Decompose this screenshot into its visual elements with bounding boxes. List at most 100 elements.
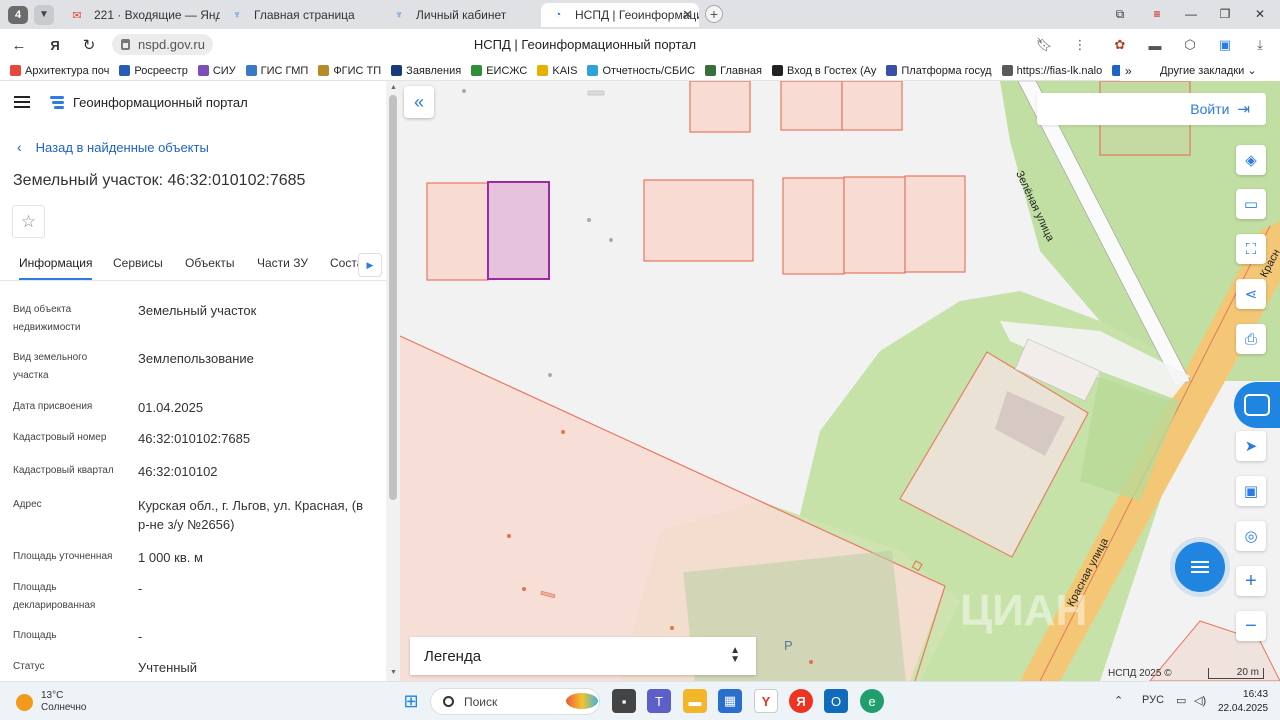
notifications-icon[interactable]: ≡ — [1146, 4, 1168, 24]
tabs-next-arrow-icon[interactable]: ▶ — [358, 253, 382, 277]
tab-objects[interactable]: Объекты — [185, 256, 235, 270]
area-select-icon[interactable]: ⛶ — [1236, 234, 1266, 264]
bookmark-item[interactable]: Платформа госуд — [886, 64, 992, 77]
favorite-star-icon[interactable]: ☆ — [12, 205, 45, 238]
info-key: Вид объекта недвижимости — [13, 304, 81, 333]
scroll-up-icon[interactable]: ▲ — [390, 84, 397, 91]
parcel — [689, 81, 751, 133]
file-explorer-icon[interactable]: ▬ — [683, 689, 707, 713]
bookmark-favicon-icon — [119, 65, 131, 76]
bookmark-icon[interactable]: 🔖︎ — [1034, 35, 1054, 55]
bookmark-item[interactable]: Вход в Гостех (Ау — [771, 65, 876, 77]
parcel-label: Р — [784, 638, 793, 653]
search-icon — [443, 696, 454, 707]
url-field[interactable]: nspd.gov.ru — [112, 34, 213, 55]
bookmark-item[interactable]: ГИС ГМП — [245, 65, 308, 77]
new-tab-button[interactable]: + — [705, 5, 723, 23]
outlook-icon[interactable]: O — [824, 689, 848, 713]
language-indicator[interactable]: РУС — [1142, 694, 1164, 706]
tab-services[interactable]: Сервисы — [113, 256, 163, 270]
bookmark-label: Платформа госуд — [901, 64, 992, 77]
store-icon[interactable]: ▦ — [718, 689, 742, 713]
bookmark-label: https://fias-lk.nalo — [1016, 64, 1103, 77]
info-key: Адрес — [13, 499, 42, 510]
chat-assistant-icon[interactable] — [1234, 382, 1280, 428]
bookmark-item[interactable]: Архитектура поч — [10, 65, 109, 77]
tray-expand-icon[interactable]: ⌃ — [1114, 694, 1123, 707]
monitor-icon[interactable]: ▭ — [1176, 694, 1186, 707]
locate-icon[interactable]: ◎ — [1236, 521, 1266, 551]
clock[interactable]: 16:43 22.04.2025 — [1218, 688, 1268, 716]
print-icon[interactable]: ⎙ — [1236, 324, 1266, 354]
weather-widget[interactable]: 13°C Солнечно — [16, 690, 86, 714]
navigation-icon[interactable]: ➤ — [1236, 431, 1266, 461]
edge-icon[interactable]: e — [860, 689, 884, 713]
close-tab-icon[interactable]: ✕ — [682, 7, 693, 23]
zoom-in-icon[interactable]: + — [1236, 566, 1266, 596]
clock-date: 22.04.2025 — [1218, 703, 1269, 714]
extensions-icon[interactable]: ⬡ — [1180, 35, 1200, 55]
yandex-icon[interactable]: Я — [789, 689, 813, 713]
extension-icon[interactable]: ▬ — [1145, 35, 1165, 55]
chevron-down-icon[interactable]: ▼ — [34, 4, 54, 25]
menu-icon[interactable] — [14, 96, 30, 111]
tab-nspd-active[interactable]: ◔ НСПД | Геоинформацио ✕ — [541, 3, 699, 27]
legend-dropdown[interactable]: Легенда ▲ ▼ — [410, 637, 756, 675]
bookmark-item[interactable]: Отчетность/СБИС — [587, 65, 695, 77]
zoom-out-icon[interactable]: − — [1236, 611, 1266, 641]
bookmark-item[interactable]: ЕИСЖС — [471, 65, 527, 77]
volume-icon[interactable]: ◁) — [1194, 694, 1206, 707]
bookmark-item[interactable]: https://fias-lk.nalo — [1001, 64, 1103, 77]
bookmark-item[interactable]: Росреестр — [119, 65, 188, 77]
bookmark-item[interactable]: Заявления — [391, 65, 461, 77]
map-view[interactable]: Зелёная улица Красная улица Красн Р ЦИАН… — [400, 81, 1280, 681]
page-title: НСПД | Геоинформационный портал — [473, 37, 697, 52]
extension-icon[interactable]: ▣ — [1215, 35, 1235, 55]
bookmarks-more-button[interactable]: » — [1125, 64, 1132, 78]
nalog-icon: ♆ — [394, 9, 404, 21]
login-button[interactable]: Войти ⇥ — [1037, 93, 1266, 125]
scrollbar-thumb[interactable] — [389, 95, 397, 500]
tab-mail[interactable]: ✉ 221 · Входящие — Яндекс — [60, 3, 220, 27]
maximize-icon[interactable]: ❐ — [1214, 4, 1236, 24]
weather-desc: Солнечно — [41, 702, 87, 713]
layers-icon[interactable]: ◈ — [1236, 145, 1266, 175]
bookmark-item[interactable]: ФГИС ТП — [318, 65, 381, 77]
windows-start-icon[interactable]: ⊞ — [399, 689, 423, 713]
support-chat-button[interactable] — [1175, 542, 1225, 592]
bookmark-item[interactable]: E — [1112, 65, 1120, 77]
back-arrow-icon[interactable]: ← — [8, 35, 30, 55]
share-icon[interactable]: ⋖ — [1236, 279, 1266, 309]
bookmark-item[interactable]: Главная — [705, 65, 762, 77]
tab-cabinet[interactable]: ♆ Личный кабинет — [382, 3, 537, 27]
panel-scrollbar[interactable]: ▲ ▼ — [386, 81, 400, 681]
collapse-panel-button[interactable]: « — [404, 86, 434, 118]
yandex-icon[interactable]: Я — [44, 35, 66, 55]
minimize-icon[interactable]: — — [1180, 4, 1202, 24]
bookmark-item[interactable]: СИУ — [197, 65, 236, 77]
tab-label: Главная страница — [254, 8, 355, 22]
tab-count-badge[interactable]: 4 — [8, 5, 28, 24]
parcel — [780, 81, 843, 131]
downloads-icon[interactable]: ⤓ — [1250, 35, 1270, 55]
tab-main-page[interactable]: ♆ Главная страница — [220, 3, 380, 27]
ruler-icon[interactable]: ▭ — [1236, 189, 1266, 219]
tabs-overview-icon[interactable]: ⧉ — [1109, 4, 1131, 24]
address-bar: ← Я ↻ nspd.gov.ru НСПД | Геоинформационн… — [0, 29, 1280, 61]
menu-dots-icon[interactable]: ⋮ — [1070, 35, 1090, 55]
extension-icon[interactable]: ✿ — [1110, 35, 1130, 55]
yandex-browser-icon[interactable]: Y — [754, 689, 778, 713]
task-view-icon[interactable]: ▪ — [612, 689, 636, 713]
map-canvas[interactable] — [400, 81, 1280, 681]
other-bookmarks[interactable]: Другие закладки ⌄ — [1160, 64, 1257, 77]
close-window-icon[interactable]: ✕ — [1249, 4, 1271, 24]
teams-icon[interactable]: T — [647, 689, 671, 713]
back-to-results-link[interactable]: ‹ Назад в найденные объекты — [17, 139, 209, 155]
tab-parts[interactable]: Части ЗУ — [257, 256, 308, 270]
tab-info[interactable]: Информация — [19, 256, 93, 280]
reload-icon[interactable]: ↻ — [78, 35, 100, 55]
info-key: Площадь уточненная — [13, 551, 113, 562]
scroll-down-icon[interactable]: ▼ — [390, 669, 397, 676]
bookmark-item[interactable]: KAIS — [537, 65, 577, 77]
picture-in-picture-icon[interactable]: ▣ — [1236, 476, 1266, 506]
